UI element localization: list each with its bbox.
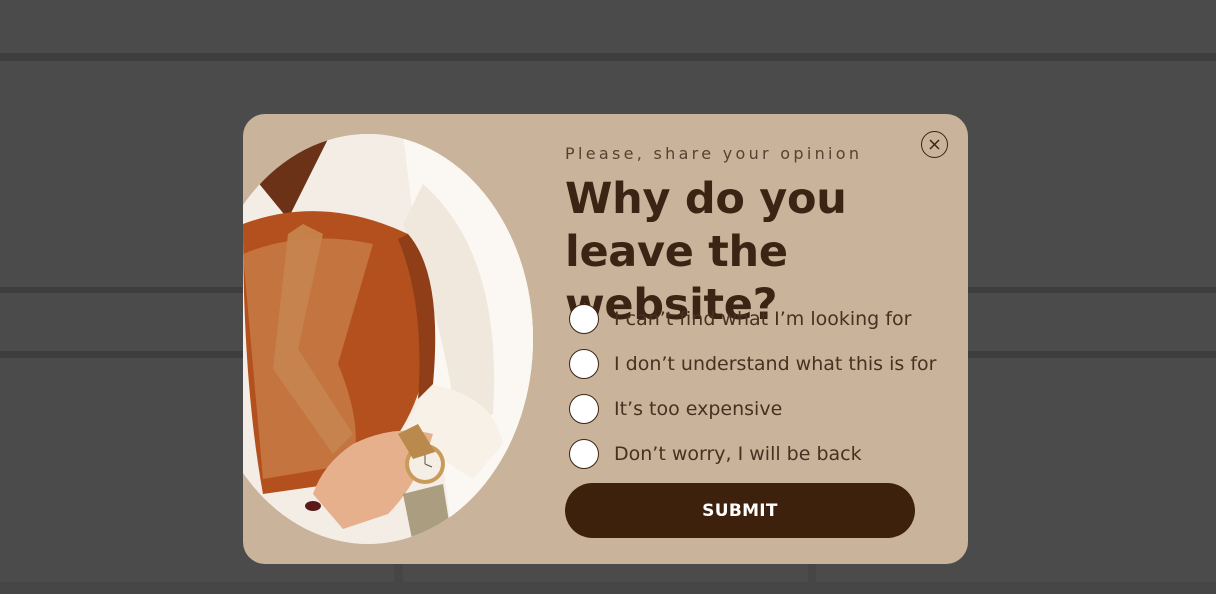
close-button[interactable] xyxy=(921,131,948,158)
submit-button[interactable]: SUBMIT xyxy=(565,483,915,538)
handbag-photo xyxy=(243,134,533,544)
radio-button[interactable] xyxy=(569,393,599,424)
option-too-expensive[interactable]: It’s too expensive xyxy=(569,386,936,431)
radio-button[interactable] xyxy=(569,303,599,334)
background-block xyxy=(0,0,1216,53)
option-will-be-back[interactable]: Don’t worry, I will be back xyxy=(569,431,936,476)
survey-options: I can’t find what I’m looking for I don’… xyxy=(569,296,936,476)
option-label: I don’t understand what this is for xyxy=(614,352,937,375)
radio-button[interactable] xyxy=(569,438,599,469)
option-label: It’s too expensive xyxy=(614,397,783,420)
option-dont-understand[interactable]: I don’t understand what this is for xyxy=(569,341,936,386)
background-divider xyxy=(0,53,1216,61)
radio-button[interactable] xyxy=(569,348,599,379)
option-cant-find[interactable]: I can’t find what I’m looking for xyxy=(569,296,936,341)
close-icon xyxy=(929,139,940,150)
option-label: Don’t worry, I will be back xyxy=(614,442,862,465)
exit-survey-popup: Please, share your opinion Why do you le… xyxy=(243,114,968,564)
survey-eyebrow: Please, share your opinion xyxy=(565,144,863,163)
option-label: I can’t find what I’m looking for xyxy=(614,307,912,330)
